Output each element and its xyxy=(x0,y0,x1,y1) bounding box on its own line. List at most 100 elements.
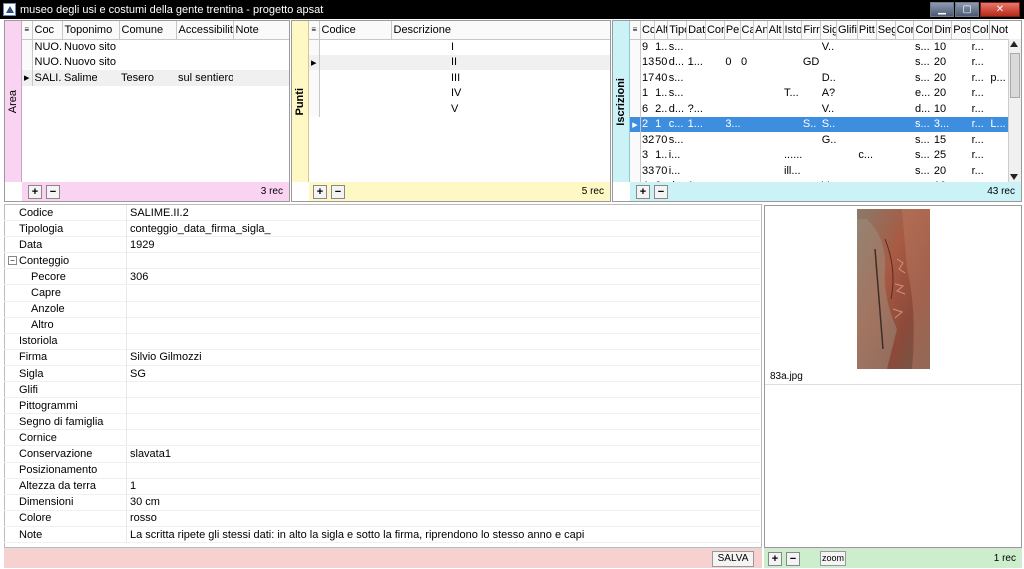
column-header[interactable]: Seg xyxy=(876,21,896,40)
row-indicator[interactable] xyxy=(630,132,642,148)
row-indicator[interactable] xyxy=(630,147,642,163)
property-value[interactable]: 30 cm xyxy=(130,496,160,508)
property-row[interactable]: Altezza da terra 1 xyxy=(4,478,760,495)
table-row[interactable]: III xyxy=(309,70,610,86)
area-grid[interactable]: ≡ Coc Toponimo Comune Accessibilità Note NUO.… xyxy=(22,21,289,182)
row-indicator[interactable] xyxy=(630,70,642,86)
table-row[interactable]: V xyxy=(309,101,610,117)
property-row[interactable]: Capre xyxy=(4,285,760,302)
row-indicator[interactable]: ▸ xyxy=(309,54,320,70)
property-row[interactable]: Conservazione slavata1 xyxy=(4,446,760,463)
scroll-down-icon[interactable] xyxy=(1010,174,1018,180)
area-add-button[interactable]: + xyxy=(28,184,42,199)
property-row[interactable]: Codice SALIME.II.2 xyxy=(4,205,760,221)
property-row[interactable]: Istoriola xyxy=(4,333,760,350)
property-row[interactable]: Data 1929 xyxy=(4,237,760,254)
image-add-button[interactable]: + xyxy=(768,551,782,566)
column-header[interactable]: Pe xyxy=(724,21,741,40)
row-indicator[interactable] xyxy=(630,85,642,101)
table-row[interactable]: ▸SALI...SalimeTeserosul sentiero xyxy=(22,70,289,86)
table-row[interactable]: 9 1.. s... V.. s... 10 r... xyxy=(630,39,1008,55)
property-value[interactable]: slavata1 xyxy=(130,448,171,460)
iscrizioni-scrollbar[interactable] xyxy=(1008,39,1021,182)
column-header[interactable]: Accessibilità xyxy=(176,21,234,40)
column-header[interactable]: Dim xyxy=(932,21,953,40)
scroll-up-icon[interactable] xyxy=(1010,41,1018,47)
table-row[interactable]: NUO...Nuovo sito xyxy=(22,54,289,70)
row-indicator[interactable] xyxy=(22,39,33,55)
column-header[interactable]: Alt xyxy=(767,21,784,40)
property-value[interactable]: La scritta ripete gli stessi dati: in al… xyxy=(130,529,584,541)
column-header[interactable]: Colo xyxy=(970,21,990,40)
iscrizioni-add-button[interactable]: + xyxy=(636,184,650,199)
row-indicator[interactable] xyxy=(630,54,642,70)
column-header[interactable]: Isto xyxy=(783,21,803,40)
column-header[interactable]: Pitt xyxy=(857,21,877,40)
column-header[interactable]: Codice xyxy=(319,21,392,40)
table-row[interactable]: NUO...Nuovo sito xyxy=(22,39,289,55)
column-header[interactable]: Not xyxy=(989,21,1008,40)
close-button[interactable]: ✕ xyxy=(980,2,1020,17)
row-indicator[interactable] xyxy=(22,54,33,70)
iscrizioni-remove-button[interactable]: − xyxy=(654,184,668,199)
column-header[interactable]: Descrizione xyxy=(391,21,610,40)
property-row[interactable]: Cornice xyxy=(4,430,760,447)
property-value[interactable]: conteggio_data_firma_sigla_ xyxy=(130,223,271,235)
row-indicator[interactable]: ▸ xyxy=(630,116,642,132)
punti-remove-button[interactable]: − xyxy=(331,184,345,199)
column-header[interactable]: Pos xyxy=(951,21,972,40)
property-row[interactable]: Altro xyxy=(4,317,760,334)
column-header[interactable]: An xyxy=(753,21,768,40)
property-row[interactable]: Sigla SG xyxy=(4,366,760,382)
row-indicator[interactable] xyxy=(309,85,320,101)
column-header[interactable]: Dat xyxy=(686,21,706,40)
table-row[interactable]: 3 1.. i......... c... s... 25 r... xyxy=(630,147,1008,163)
scroll-thumb[interactable] xyxy=(1010,53,1020,98)
property-row[interactable]: Pecore 306 xyxy=(4,269,760,286)
table-row[interactable]: 6 2.. d...?... V.. d... 10 r... xyxy=(630,101,1008,117)
punti-add-button[interactable]: + xyxy=(313,184,327,199)
zoom-button[interactable]: zoom xyxy=(820,551,846,566)
table-row[interactable]: 32 70 s... G.. s... 15 r... xyxy=(630,132,1008,148)
row-indicator[interactable]: ▸ xyxy=(22,70,33,86)
table-row[interactable]: ▸ II xyxy=(309,54,610,70)
save-button[interactable]: SALVA xyxy=(712,551,754,567)
row-indicator[interactable] xyxy=(309,39,320,55)
property-value[interactable]: Silvio Gilmozzi xyxy=(130,351,202,363)
property-value[interactable]: SG xyxy=(130,368,146,380)
property-value[interactable]: 306 xyxy=(130,271,148,283)
column-header[interactable]: Cc xyxy=(640,21,655,40)
table-row[interactable]: 13 50 d... 1... 0 0 GD s... 20 r... xyxy=(630,54,1008,70)
row-indicator[interactable] xyxy=(309,101,320,117)
column-header[interactable]: Cor xyxy=(913,21,934,40)
table-row[interactable]: 17 40 s... D.. s... 20 r... p... xyxy=(630,70,1008,86)
property-row[interactable]: Segno di famiglia xyxy=(4,414,760,431)
property-row[interactable]: Pittogrammi xyxy=(4,398,760,415)
property-value[interactable]: 1 xyxy=(130,480,136,492)
property-row[interactable]: Colore rosso xyxy=(4,510,760,527)
property-value[interactable]: SALIME.II.2 xyxy=(130,207,189,219)
area-remove-button[interactable]: − xyxy=(46,184,60,199)
punti-grid[interactable]: ≡ Codice Descrizione I ▸ II III IV V xyxy=(309,21,610,182)
column-header[interactable]: Glifi xyxy=(836,21,858,40)
column-header[interactable]: Cor xyxy=(895,21,915,40)
column-header[interactable]: Coc xyxy=(32,21,63,40)
inscription-photo[interactable] xyxy=(857,209,930,369)
property-row[interactable]: Tipologia conteggio_data_firma_sigla_ xyxy=(4,221,760,238)
property-row[interactable]: Note La scritta ripete gli stessi dati: i… xyxy=(4,527,760,543)
table-row[interactable]: 33 70 i... ill... s... 20 r... xyxy=(630,163,1008,179)
column-header[interactable]: Toponimo xyxy=(62,21,120,40)
table-row[interactable]: IV xyxy=(309,85,610,101)
property-row[interactable]: Anzole xyxy=(4,301,760,318)
column-header[interactable]: Note xyxy=(233,21,289,40)
column-header[interactable]: Cor xyxy=(705,21,725,40)
table-row[interactable]: I xyxy=(309,39,610,55)
property-row[interactable]: Dimensioni 30 cm xyxy=(4,494,760,511)
property-row[interactable]: − Conteggio xyxy=(4,253,760,270)
column-header[interactable]: Tipo xyxy=(667,21,688,40)
iscrizioni-grid[interactable]: ≡CcAltTipoDatCorPeCaAnAltIstoFirrSigGlif… xyxy=(630,21,1008,182)
row-indicator[interactable] xyxy=(309,70,320,86)
column-header[interactable]: Alt xyxy=(654,21,669,40)
row-indicator[interactable] xyxy=(630,163,642,179)
property-row[interactable]: Glifi xyxy=(4,382,760,399)
